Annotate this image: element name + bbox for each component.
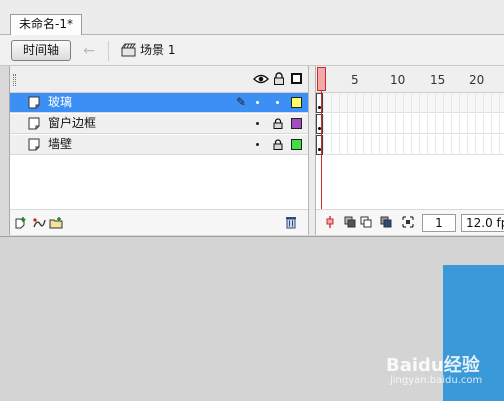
- outline-color-swatch[interactable]: [291, 118, 302, 129]
- modify-onion-markers-icon[interactable]: [402, 216, 414, 228]
- new-folder-icon[interactable]: [49, 216, 63, 230]
- pencil-edit-icon: ✎: [236, 95, 247, 109]
- show-hide-all-eye-icon[interactable]: [253, 74, 269, 84]
- layer-icon: [28, 117, 40, 130]
- visibility-toggle[interactable]: [256, 122, 259, 125]
- onion-skin-outlines-icon[interactable]: [360, 216, 372, 228]
- frames-area[interactable]: 1 5 10 15 20: [316, 66, 504, 209]
- scene-breadcrumb[interactable]: 场景 1: [140, 42, 175, 58]
- new-layer-icon[interactable]: [14, 216, 28, 230]
- frame-row[interactable]: [316, 135, 504, 155]
- document-tab-bar: 未命名-1*: [0, 0, 504, 35]
- add-motion-guide-icon[interactable]: [32, 216, 46, 230]
- outline-color-swatch[interactable]: [291, 139, 302, 150]
- timeline-toggle-button[interactable]: 时间轴: [11, 40, 71, 61]
- layers-footer: [10, 209, 308, 235]
- document-tab[interactable]: 未命名-1*: [10, 14, 82, 35]
- panel-divider[interactable]: [308, 66, 316, 235]
- ruler-tick: 20: [469, 73, 485, 87]
- lock-all-icon[interactable]: [273, 72, 285, 85]
- frames-footer: 1 12.0 fps: [316, 209, 504, 235]
- scene-clapper-icon: [121, 43, 136, 57]
- watermark-text: Baidu经验: [386, 355, 480, 376]
- watermark: Baidu经验 jingyan.baidu.com: [386, 347, 504, 397]
- frame-ruler[interactable]: 1 5 10 15 20: [316, 66, 504, 93]
- frame-row[interactable]: [316, 114, 504, 134]
- edit-multiple-frames-icon[interactable]: [380, 216, 392, 228]
- frame-rate-field[interactable]: 12.0 fps: [461, 214, 504, 232]
- visibility-toggle[interactable]: [256, 143, 259, 146]
- layer-row[interactable]: 墙壁: [10, 135, 308, 155]
- edit-bar: 时间轴 ← 场景 1: [0, 35, 504, 66]
- timeline-panel: 玻璃 ✎ 窗户边框 墙壁 5 10 15 20 1 12.0 f: [9, 66, 504, 235]
- lock-icon[interactable]: [273, 139, 283, 150]
- center-frame-icon[interactable]: [324, 216, 336, 228]
- outline-all-icon[interactable]: [291, 73, 302, 84]
- delete-layer-trash-icon[interactable]: [284, 215, 298, 229]
- current-frame-field[interactable]: 1: [422, 214, 456, 232]
- stage-area[interactable]: Baidu经验 jingyan.baidu.com: [0, 236, 504, 401]
- layer-name: 玻璃: [48, 95, 73, 109]
- watermark-subtext: jingyan.baidu.com: [390, 375, 483, 386]
- back-arrow-icon[interactable]: ←: [80, 43, 98, 59]
- layer-icon: [28, 138, 40, 151]
- frame-row[interactable]: [316, 93, 504, 113]
- layer-icon: [28, 96, 40, 109]
- playhead-line: [321, 91, 322, 209]
- layer-name: 窗户边框: [48, 116, 97, 130]
- layer-name: 墙壁: [48, 137, 73, 151]
- playhead[interactable]: [317, 67, 326, 91]
- ruler-tick: 15: [430, 73, 446, 87]
- ruler-tick: 10: [390, 73, 406, 87]
- outline-color-swatch[interactable]: [291, 97, 302, 108]
- toolbar-separator: [108, 41, 109, 61]
- visibility-toggle[interactable]: [256, 101, 259, 104]
- lock-toggle[interactable]: [276, 101, 279, 104]
- layers-header: [10, 66, 308, 93]
- onion-skin-icon[interactable]: [344, 216, 356, 228]
- ruler-tick: 5: [351, 73, 359, 87]
- layer-row[interactable]: 玻璃 ✎: [10, 93, 308, 113]
- lock-icon[interactable]: [273, 118, 283, 129]
- panel-grip[interactable]: [13, 74, 16, 86]
- layer-row[interactable]: 窗户边框: [10, 114, 308, 134]
